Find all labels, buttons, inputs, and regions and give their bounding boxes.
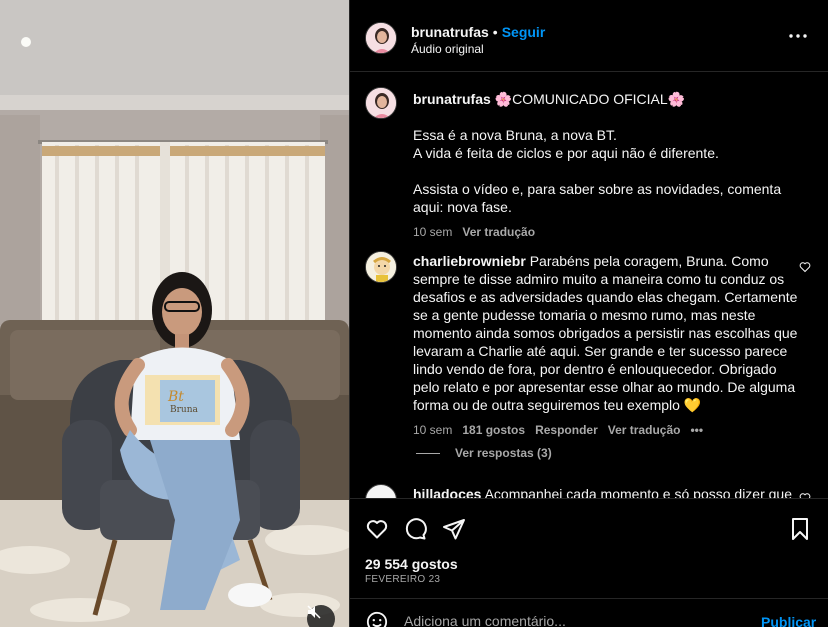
sweater-logo: Bt (168, 389, 184, 405)
caption-time[interactable]: 10 sem (413, 225, 452, 239)
caption-avatar[interactable] (365, 87, 397, 119)
comment-input[interactable] (404, 613, 744, 627)
caption-headline: 🌸COMUNICADO OFICIAL🌸 (494, 91, 686, 107)
comment-more-options[interactable]: ••• (690, 423, 703, 437)
caption-line: Essa é a nova Bruna, a nova BT. (413, 127, 617, 143)
publish-button[interactable]: Publicar (761, 614, 816, 627)
caption-translate-link[interactable]: Ver tradução (462, 225, 535, 239)
mute-icon (307, 605, 321, 619)
post-actions: 29 554 gostos FEVEREIRO 23 (350, 498, 828, 598)
bookmark-icon[interactable] (788, 517, 812, 541)
post-video[interactable]: Bt Bruna (0, 0, 349, 627)
comment-composer: Publicar (350, 598, 828, 627)
emoji-icon[interactable] (366, 611, 388, 627)
more-icon (789, 34, 807, 38)
comment-text: Parabéns pela coragem, Bruna. Como sempr… (413, 253, 798, 413)
mute-button[interactable] (307, 605, 335, 627)
more-options-button[interactable] (788, 28, 808, 44)
follow-button[interactable]: Seguir (502, 24, 546, 40)
video-frame (0, 0, 349, 627)
author-avatar[interactable] (365, 22, 397, 54)
audio-label[interactable]: Áudio original (411, 42, 484, 56)
caption: brunatrufas 🌸COMUNICADO OFICIAL🌸 Essa é … (413, 90, 803, 241)
comments-list[interactable]: brunatrufas 🌸COMUNICADO OFICIAL🌸 Essa é … (350, 73, 828, 498)
comment-meta: 10 sem 181 gostos Responder Ver tradução ••• (413, 421, 803, 439)
commenter-avatar[interactable] (365, 484, 397, 498)
comment: hilladoces Acompanhei cada momento e só … (413, 485, 803, 498)
separator-dot: • (492, 24, 498, 40)
avatar-image (366, 252, 396, 282)
post-header: brunatrufas • Seguir Áudio original (350, 0, 828, 72)
view-replies-button[interactable]: Ver respostas (3) (416, 446, 552, 460)
sweater-text: Bruna (170, 405, 198, 415)
caption-username[interactable]: brunatrufas (413, 91, 491, 107)
comment-username[interactable]: hilladoces (413, 486, 481, 498)
comment-time[interactable]: 10 sem (413, 423, 452, 437)
comment-translate-link[interactable]: Ver tradução (608, 423, 681, 437)
replies-line (416, 452, 440, 454)
view-replies-label: Ver respostas (3) (455, 446, 552, 460)
likes-count[interactable]: 29 554 gostos (365, 556, 458, 572)
comment-icon[interactable] (403, 517, 427, 541)
author-username[interactable]: brunatrufas (411, 24, 489, 40)
reply-link[interactable]: Responder (535, 423, 598, 437)
comment-text: Acompanhei cada momento e só posso dizer… (484, 486, 792, 498)
comment: charliebrowniebr Parabéns pela coragem, … (413, 252, 803, 439)
post-date[interactable]: FEVEREIRO 23 (365, 574, 440, 585)
post-panel: brunatrufas • Seguir Áudio original brunat… (349, 0, 828, 627)
share-icon[interactable] (442, 517, 466, 541)
header-user-line: brunatrufas • Seguir (411, 24, 545, 40)
commenter-avatar[interactable] (365, 251, 397, 283)
avatar-image (366, 88, 396, 118)
heart-icon[interactable] (365, 517, 389, 541)
comment-like-icon[interactable] (799, 261, 811, 273)
caption-line: A vida é feita de ciclos e por aqui não … (413, 145, 719, 161)
caption-line: Assista o vídeo e, para saber sobre as n… (413, 181, 782, 215)
avatar-image (366, 23, 396, 53)
caption-meta: 10 sem Ver tradução (413, 223, 803, 241)
comment-likes[interactable]: 181 gostos (462, 423, 525, 437)
comment-username[interactable]: charliebrowniebr (413, 253, 526, 269)
